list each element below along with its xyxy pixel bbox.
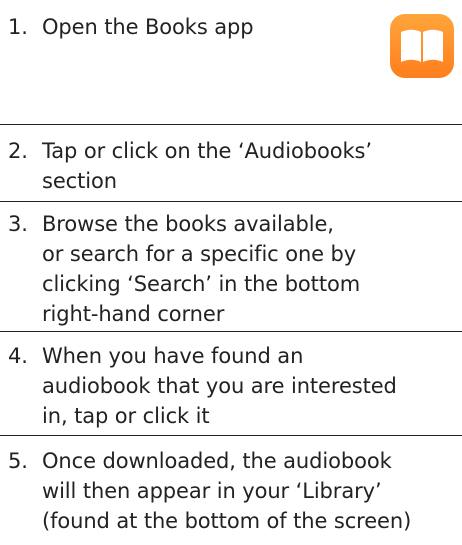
- step-5: 5. Once downloaded, the audiobook will t…: [0, 436, 462, 545]
- instruction-steps: 1. Open the Books app 2. Tap or click on…: [0, 0, 462, 545]
- step-text: Tap or click on the ‘Audiobooks’ section: [42, 139, 372, 193]
- step-1: 1. Open the Books app: [0, 0, 462, 125]
- step-4: 4. When you have found an audiobook that…: [0, 332, 462, 436]
- step-text: Browse the books available, or search fo…: [42, 212, 361, 326]
- step-text: When you have found an audiobook that yo…: [42, 344, 397, 428]
- step-number: 2.: [8, 139, 28, 163]
- step-3: 3. Browse the books available, or search…: [0, 202, 462, 332]
- step-number: 1.: [8, 15, 28, 39]
- step-2: 2. Tap or click on the ‘Audiobooks’ sect…: [0, 125, 462, 202]
- step-text: Once downloaded, the audiobook will then…: [42, 449, 412, 533]
- open-book-icon: [401, 29, 443, 62]
- step-number: 3.: [8, 212, 28, 236]
- step-number: 5.: [8, 449, 28, 473]
- books-app-icon: [390, 14, 454, 78]
- step-number: 4.: [8, 344, 28, 368]
